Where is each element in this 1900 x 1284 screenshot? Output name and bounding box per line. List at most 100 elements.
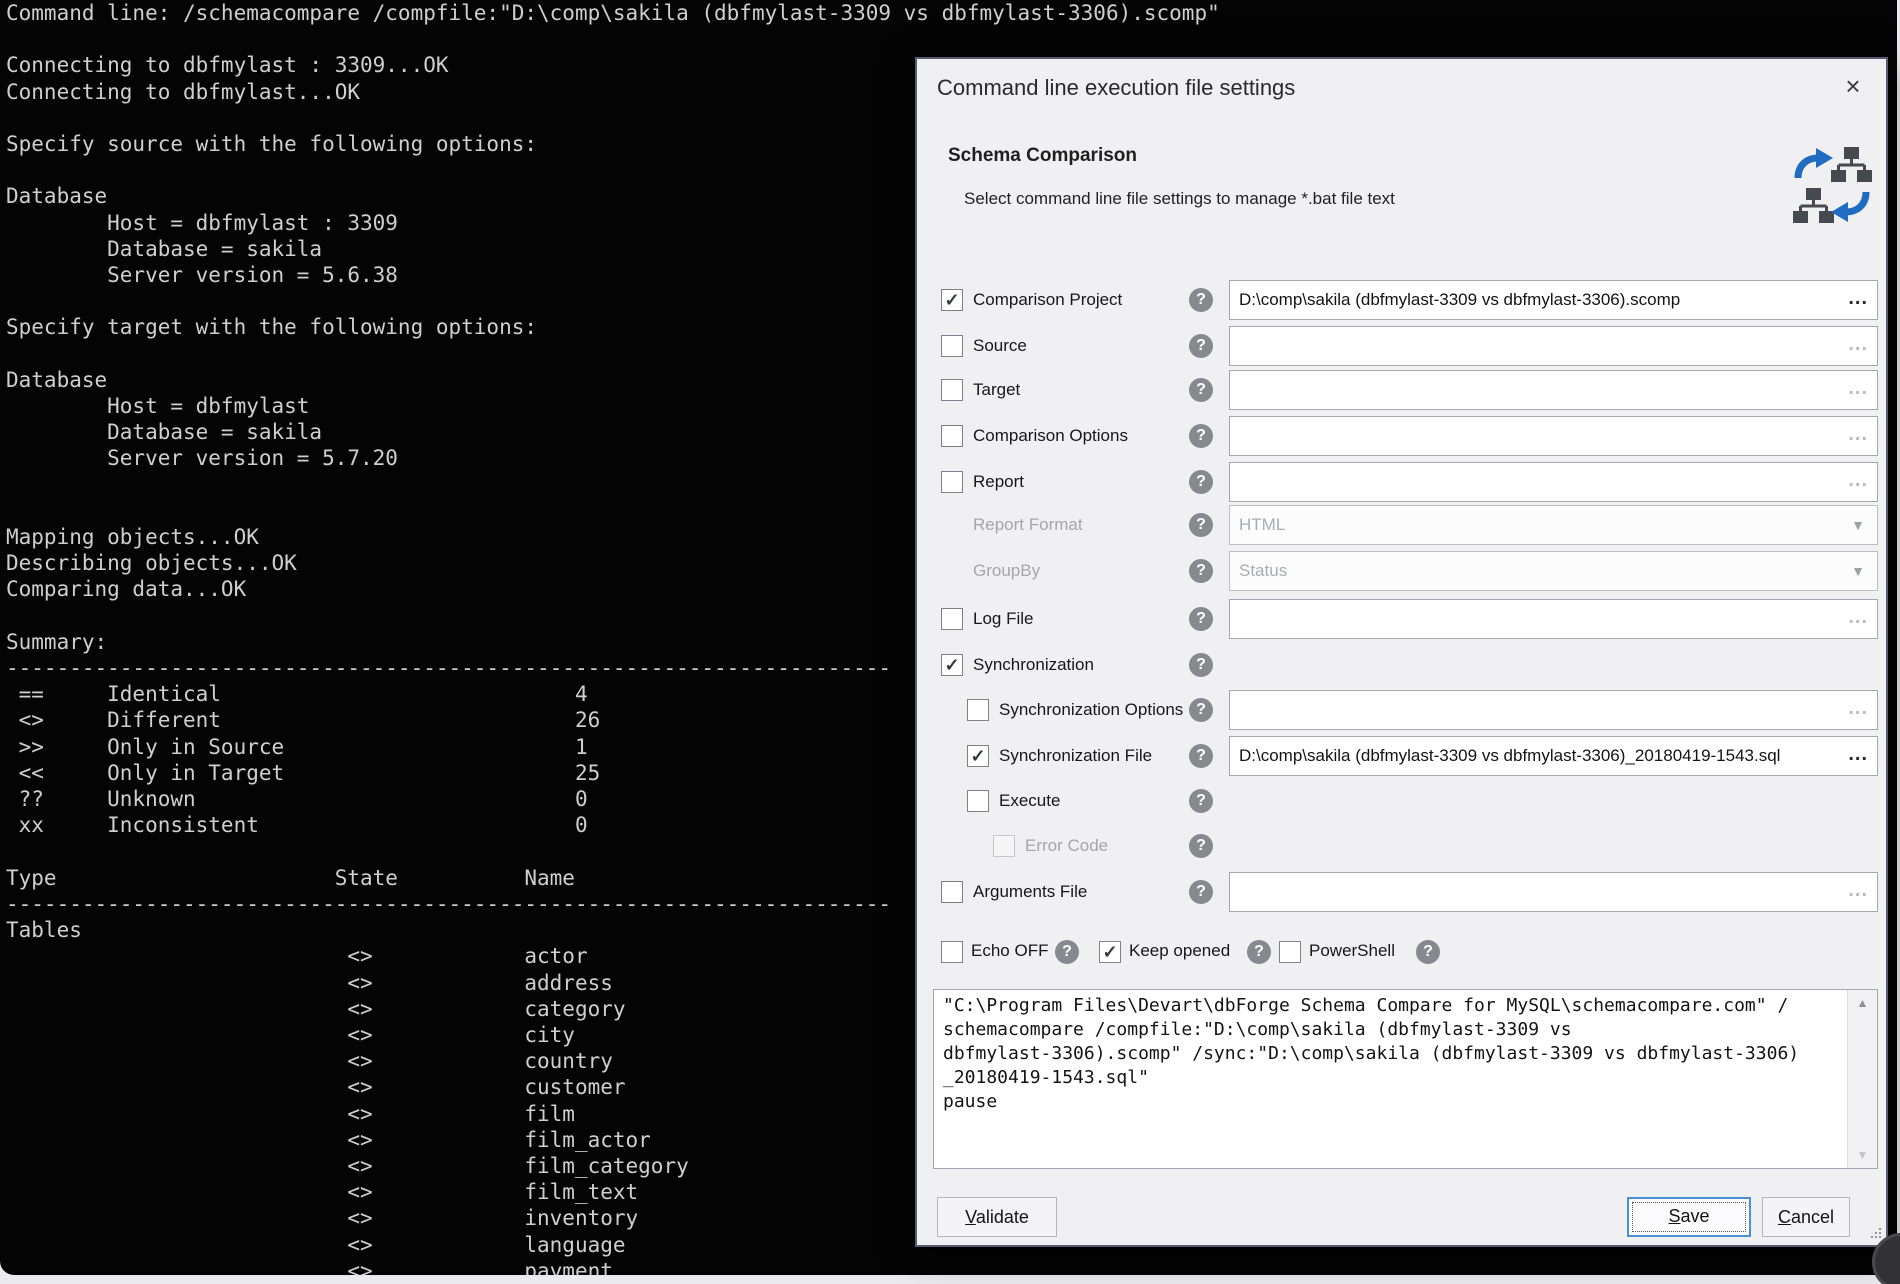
log-file-input[interactable] xyxy=(1230,600,1844,638)
arguments-file-checkbox[interactable] xyxy=(941,881,963,903)
source-input[interactable] xyxy=(1230,327,1844,365)
report-input[interactable] xyxy=(1230,463,1844,501)
section-subtitle: Select command line file settings to man… xyxy=(964,189,1395,209)
target-checkbox[interactable] xyxy=(941,379,963,401)
dialog-title: Command line execution file settings xyxy=(937,75,1295,101)
synchronization-file-label: Synchronization File xyxy=(999,736,1152,776)
execute-checkbox[interactable] xyxy=(967,790,989,812)
comparison-options-input[interactable] xyxy=(1230,417,1844,455)
help-icon[interactable]: ? xyxy=(1189,470,1213,494)
section-title: Schema Comparison xyxy=(948,145,1137,167)
report-format-dropdown: HTML ▼ xyxy=(1229,505,1878,545)
help-icon[interactable]: ? xyxy=(1189,653,1213,677)
browse-ellipsis-icon[interactable]: ... xyxy=(1848,691,1868,725)
comparison-project-checkbox[interactable] xyxy=(941,289,963,311)
help-icon[interactable]: ? xyxy=(1189,334,1213,358)
powershell-label: PowerShell xyxy=(1309,931,1395,971)
scroll-down-icon[interactable]: ▼ xyxy=(1848,1148,1877,1162)
question-mark: ? xyxy=(1196,837,1206,854)
synchronization-options-checkbox[interactable] xyxy=(967,699,989,721)
setting-row-source: Source ? ... xyxy=(917,326,1886,366)
help-icon[interactable]: ? xyxy=(1189,607,1213,631)
report-field: ... xyxy=(1229,462,1878,502)
help-icon[interactable]: ? xyxy=(1189,880,1213,904)
source-label: Source xyxy=(973,326,1027,366)
help-icon[interactable]: ? xyxy=(1189,559,1213,583)
browse-ellipsis-icon[interactable]: ... xyxy=(1848,600,1868,634)
target-label: Target xyxy=(973,370,1020,410)
comparison-project-input[interactable] xyxy=(1230,281,1844,319)
browse-ellipsis-icon[interactable]: ... xyxy=(1848,463,1868,497)
arguments-file-input[interactable] xyxy=(1230,873,1844,911)
command-line-settings-dialog: Command line execution file settings × S… xyxy=(915,57,1888,1247)
cancel-button[interactable]: Cancel xyxy=(1762,1197,1850,1237)
help-icon[interactable]: ? xyxy=(1247,940,1271,964)
help-icon[interactable]: ? xyxy=(1189,513,1213,537)
browse-ellipsis-icon[interactable]: ... xyxy=(1848,417,1868,451)
question-mark: ? xyxy=(1196,883,1206,900)
browse-ellipsis-icon[interactable]: ... xyxy=(1848,737,1868,771)
setting-row-report: Report ? ... xyxy=(917,462,1886,502)
question-mark: ? xyxy=(1196,562,1206,579)
log-file-field: ... xyxy=(1229,599,1878,639)
setting-row-synchronization: Synchronization ? xyxy=(917,645,1886,685)
question-mark: ? xyxy=(1196,792,1206,809)
synchronization-file-checkbox[interactable] xyxy=(967,745,989,767)
help-icon[interactable]: ? xyxy=(1416,940,1440,964)
validate-button-label: Validate xyxy=(938,1198,1056,1236)
report-label: Report xyxy=(973,462,1024,502)
bat-file-textarea[interactable]: "C:\Program Files\Devart\dbForge Schema … xyxy=(933,989,1878,1169)
scrollbar[interactable]: ▲ ▼ xyxy=(1847,990,1877,1168)
chevron-down-icon: ▼ xyxy=(1851,506,1865,544)
help-icon[interactable]: ? xyxy=(1055,940,1079,964)
help-icon[interactable]: ? xyxy=(1189,744,1213,768)
browse-ellipsis-icon[interactable]: ... xyxy=(1848,281,1868,315)
report-checkbox[interactable] xyxy=(941,471,963,493)
help-icon[interactable]: ? xyxy=(1189,698,1213,722)
powershell-checkbox[interactable] xyxy=(1279,941,1301,963)
source-field: ... xyxy=(1229,326,1878,366)
synchronization-options-input[interactable] xyxy=(1230,691,1844,729)
validate-button[interactable]: Validate xyxy=(937,1197,1057,1237)
log-file-checkbox[interactable] xyxy=(941,608,963,630)
echo-off-label: Echo OFF xyxy=(971,931,1048,971)
help-icon[interactable]: ? xyxy=(1189,378,1213,402)
help-icon[interactable]: ? xyxy=(1189,288,1213,312)
synchronization-checkbox[interactable] xyxy=(941,654,963,676)
error-code-checkbox xyxy=(993,835,1015,857)
help-icon[interactable]: ? xyxy=(1189,834,1213,858)
setting-row-groupby: GroupBy ? Status ▼ xyxy=(917,551,1886,591)
setting-row-synchronization-options: Synchronization Options ? ... xyxy=(917,690,1886,730)
bat-file-text: "C:\Program Files\Devart\dbForge Schema … xyxy=(943,994,1799,1114)
setting-row-arguments-file: Arguments File ? ... xyxy=(917,872,1886,912)
question-mark: ? xyxy=(1196,291,1206,308)
help-icon[interactable]: ? xyxy=(1189,789,1213,813)
setting-row-report-format: Report Format ? HTML ▼ xyxy=(917,505,1886,545)
setting-row-comparison-project: Comparison Project ? ... xyxy=(917,280,1886,320)
close-icon[interactable]: × xyxy=(1834,67,1872,105)
scroll-up-icon[interactable]: ▲ xyxy=(1848,996,1877,1010)
synchronization-file-input[interactable] xyxy=(1230,737,1844,775)
target-field: ... xyxy=(1229,370,1878,410)
browse-ellipsis-icon[interactable]: ... xyxy=(1848,873,1868,907)
browse-ellipsis-icon[interactable]: ... xyxy=(1848,371,1868,405)
cancel-button-label: Cancel xyxy=(1763,1198,1849,1236)
arguments-file-label: Arguments File xyxy=(973,872,1087,912)
comparison-project-label: Comparison Project xyxy=(973,280,1122,320)
keep-opened-checkbox[interactable] xyxy=(1099,941,1121,963)
setting-row-comparison-options: Comparison Options ? ... xyxy=(917,416,1886,456)
target-input[interactable] xyxy=(1230,371,1844,409)
comparison-options-checkbox[interactable] xyxy=(941,425,963,447)
source-checkbox[interactable] xyxy=(941,335,963,357)
question-mark: ? xyxy=(1062,943,1072,960)
echo-off-checkbox[interactable] xyxy=(941,941,963,963)
setting-row-synchronization-file: Synchronization File ? ... xyxy=(917,736,1886,776)
schema-comparison-icon xyxy=(1792,145,1872,225)
report-format-value: HTML xyxy=(1239,506,1285,544)
save-button-label: Save xyxy=(1629,1199,1749,1233)
help-icon[interactable]: ? xyxy=(1189,424,1213,448)
browse-ellipsis-icon[interactable]: ... xyxy=(1848,327,1868,361)
question-mark: ? xyxy=(1196,656,1206,673)
log-file-label: Log File xyxy=(973,599,1033,639)
save-button[interactable]: Save xyxy=(1627,1197,1751,1237)
